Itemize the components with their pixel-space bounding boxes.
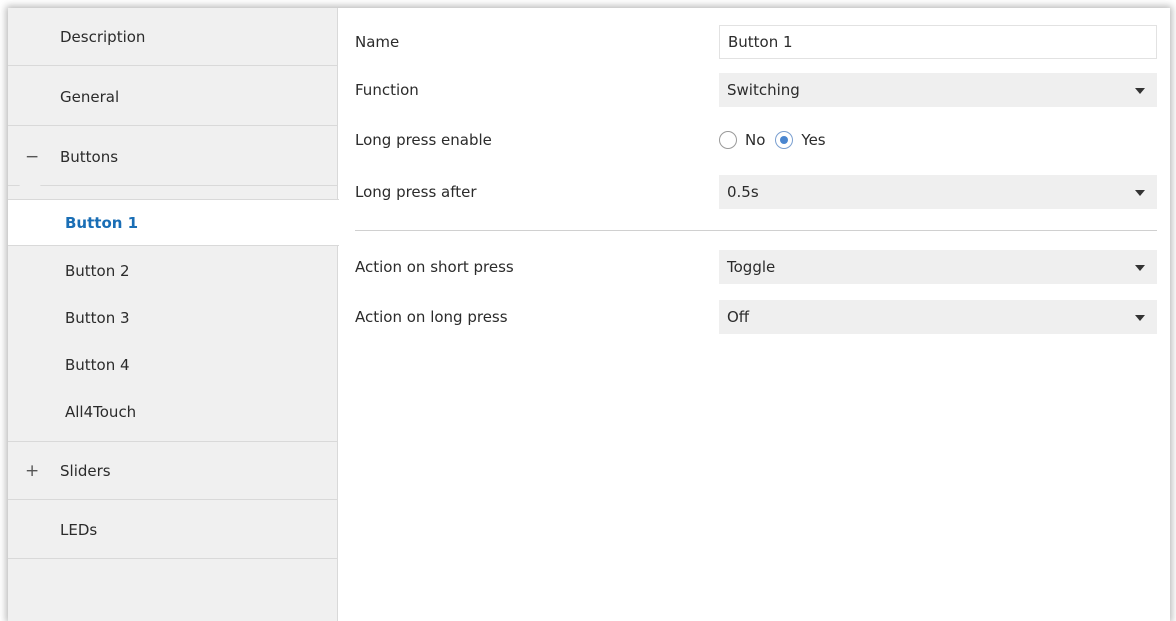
sidebar-item-button-4[interactable]: Button 4 [8, 341, 338, 388]
collapse-icon[interactable]: − [25, 147, 39, 167]
param-row-action-long: Action on long press Off [339, 300, 1170, 334]
sidebar-item-label: Button 4 [65, 355, 130, 374]
sidebar: Description General − Buttons Button 1 B… [8, 8, 339, 621]
long-press-enable-radio-group: No Yes [719, 123, 836, 157]
expand-icon[interactable]: + [25, 461, 39, 481]
radio-checked-icon[interactable] [775, 131, 794, 149]
chevron-down-icon [1135, 88, 1145, 94]
sidebar-item-description[interactable]: Description [8, 8, 338, 66]
parameters-window: Description General − Buttons Button 1 B… [8, 8, 1170, 621]
selection-pointer-icon [18, 184, 42, 195]
sidebar-item-buttons[interactable]: − Buttons [8, 128, 338, 186]
radio-yes[interactable]: Yes [775, 131, 826, 149]
param-row-long-press-after: Long press after 0.5s [339, 175, 1170, 209]
param-label: Name [355, 33, 400, 51]
select-value: Switching [727, 81, 800, 99]
param-label: Long press after [355, 183, 477, 201]
name-value: Button 1 [728, 33, 793, 51]
sidebar-item-label: Sliders [60, 461, 111, 480]
radio-label: Yes [801, 131, 826, 149]
sidebar-item-label: Button 1 [65, 213, 139, 232]
sidebar-item-label: Button 3 [65, 308, 130, 327]
sidebar-item-label: Button 2 [65, 261, 130, 280]
chevron-down-icon [1135, 315, 1145, 321]
sidebar-item-leds[interactable]: LEDs [8, 501, 338, 559]
long-press-after-select[interactable]: 0.5s [719, 175, 1157, 209]
sidebar-item-label: Buttons [60, 147, 119, 166]
action-short-press-select[interactable]: Toggle [719, 250, 1157, 284]
select-value: 0.5s [727, 183, 759, 201]
param-label: Action on long press [355, 308, 508, 326]
param-row-function: Function Switching [339, 73, 1170, 107]
chevron-down-icon [1135, 190, 1145, 196]
param-row-action-short: Action on short press Toggle [339, 250, 1170, 284]
sidebar-item-general[interactable]: General [8, 68, 338, 126]
select-value: Off [727, 308, 750, 326]
action-long-press-select[interactable]: Off [719, 300, 1157, 334]
sidebar-item-button-1[interactable]: Button 1 [8, 199, 339, 246]
sidebar-item-label: Description [60, 27, 146, 46]
chevron-down-icon [1135, 265, 1145, 271]
sidebar-item-label: LEDs [60, 520, 98, 539]
param-row-long-press-enable: Long press enable No Yes [339, 123, 1170, 157]
sidebar-item-sliders[interactable]: + Sliders [8, 442, 338, 500]
radio-unchecked-icon[interactable] [719, 131, 737, 149]
function-select[interactable]: Switching [719, 73, 1157, 107]
sidebar-item-label: General [60, 87, 120, 106]
sidebar-item-button-3[interactable]: Button 3 [8, 294, 338, 341]
param-row-name: Name Button 1 [339, 25, 1170, 59]
sidebar-item-label: All4Touch [65, 402, 137, 421]
param-label: Function [355, 81, 419, 99]
radio-no[interactable]: No [719, 131, 765, 149]
parameter-panel: Name Button 1 Function Switching Long pr… [339, 8, 1170, 621]
name-field[interactable]: Button 1 [719, 25, 1157, 59]
select-value: Toggle [727, 258, 776, 276]
param-label: Long press enable [355, 131, 492, 149]
sidebar-item-button-2[interactable]: Button 2 [8, 247, 338, 294]
section-divider [355, 230, 1157, 231]
param-label: Action on short press [355, 258, 514, 276]
radio-label: No [745, 131, 766, 149]
sidebar-item-all4touch[interactable]: All4Touch [8, 388, 338, 435]
